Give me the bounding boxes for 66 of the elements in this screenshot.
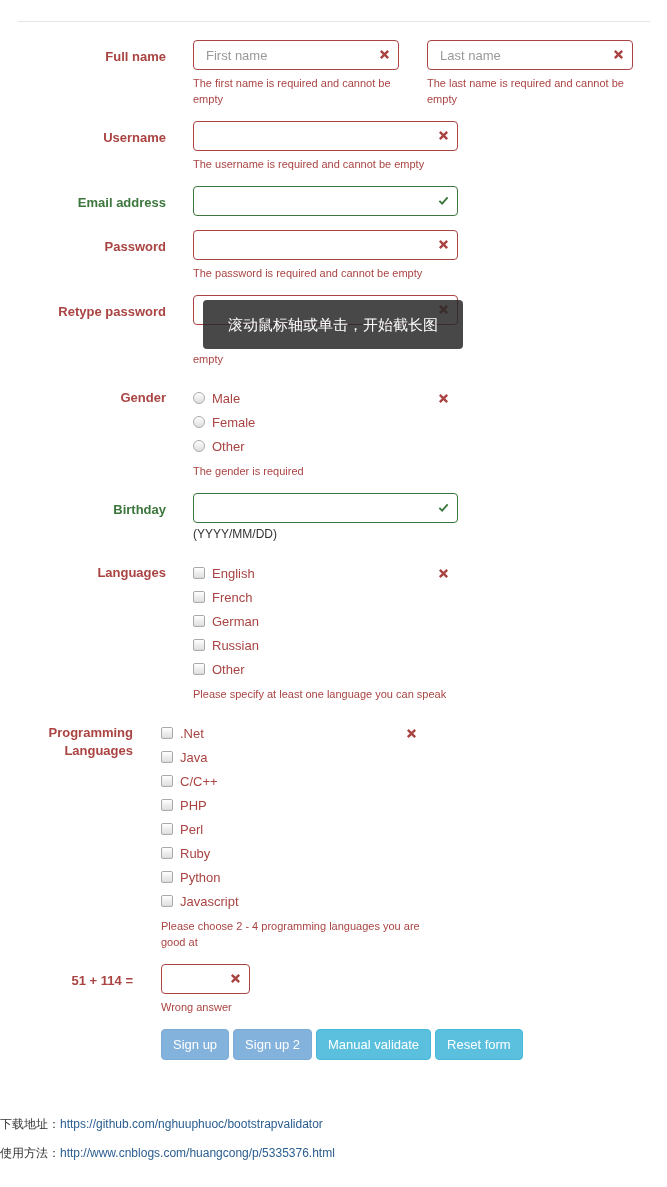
checkbox[interactable] [161,751,173,763]
error-message: The password is required and cannot be empty [193,266,424,281]
format-hint: (YYYY/MM/DD) [193,526,278,542]
option-label: PHP [180,797,207,813]
option-label: Russian [212,637,259,653]
form-button[interactable]: Reset form [435,1029,523,1060]
checkbox[interactable] [161,799,173,811]
input-field[interactable] [193,121,458,151]
checkbox[interactable] [161,895,173,907]
option-label: Female [212,414,256,430]
field-label: Password [103,238,166,256]
radio-button[interactable] [193,392,205,404]
input-field[interactable] [193,493,458,523]
field-label: Programming Languages [47,724,133,760]
option-label: Perl [180,821,204,837]
input-field[interactable] [193,186,458,216]
field-label: Gender [119,389,166,407]
option-label: Python [180,869,221,885]
checkbox[interactable] [161,727,173,739]
radio-button[interactable] [193,440,205,452]
field-label: Email address [76,194,166,212]
field-label: Username [102,129,166,147]
checkbox[interactable] [193,639,205,651]
option-label: German [212,613,259,629]
checkbox[interactable] [161,847,173,859]
field-label: Languages [96,564,166,582]
checkbox[interactable] [161,775,173,787]
checkbox[interactable] [161,823,173,835]
input-field[interactable] [193,230,458,260]
checkbox[interactable] [193,663,205,675]
checkbox[interactable] [193,567,205,579]
option-label: Male [212,390,241,406]
checkbox[interactable] [193,615,205,627]
error-message: empty [193,352,224,367]
input-field[interactable] [161,964,250,994]
option-label: Ruby [180,845,211,861]
radio-button[interactable] [193,416,205,428]
option-label: Javascript [180,893,239,909]
option-label: English [212,565,255,581]
footer-label: 下载地址： [0,1117,60,1131]
field-label: Birthday [112,501,166,519]
error-message: Wrong answer [161,1000,233,1015]
field-label: Retype password [57,303,166,321]
checkbox[interactable] [161,871,173,883]
form-button[interactable]: Manual validate [316,1029,432,1060]
field-label: Full name [104,48,166,66]
option-label: Java [180,749,208,765]
error-message: The first name is required and cannot be empty [193,76,392,107]
error-message: The username is required and cannot be empty [193,157,426,172]
input-field[interactable]: First name [193,40,399,70]
input-field[interactable]: Last name [427,40,633,70]
field-label: 51 + 114 = [70,972,133,990]
error-message: Please choose 2 - 4 programming languages you are good at [161,919,421,950]
option-label: Other [212,661,245,677]
option-label: French [212,589,253,605]
option-label: .Net [180,725,204,741]
link[interactable]: http://www.cnblogs.com/huangcong/p/5335376.html [60,1146,335,1160]
option-label: Other [212,438,245,454]
option-label: C/C++ [180,773,218,789]
error-message: Please specify at least one language you can speak [193,687,448,702]
error-message: The last name is required and cannot be empty [427,76,625,107]
checkbox[interactable] [193,591,205,603]
link[interactable]: https://github.com/nghuuphuoc/bootstrapvalidator [60,1117,323,1131]
error-message: The gender is required [193,464,305,479]
screenshot-toast: 滚动鼠标轴或单击，开始截长图 [203,300,463,349]
footer-label: 使用方法： [0,1146,60,1160]
